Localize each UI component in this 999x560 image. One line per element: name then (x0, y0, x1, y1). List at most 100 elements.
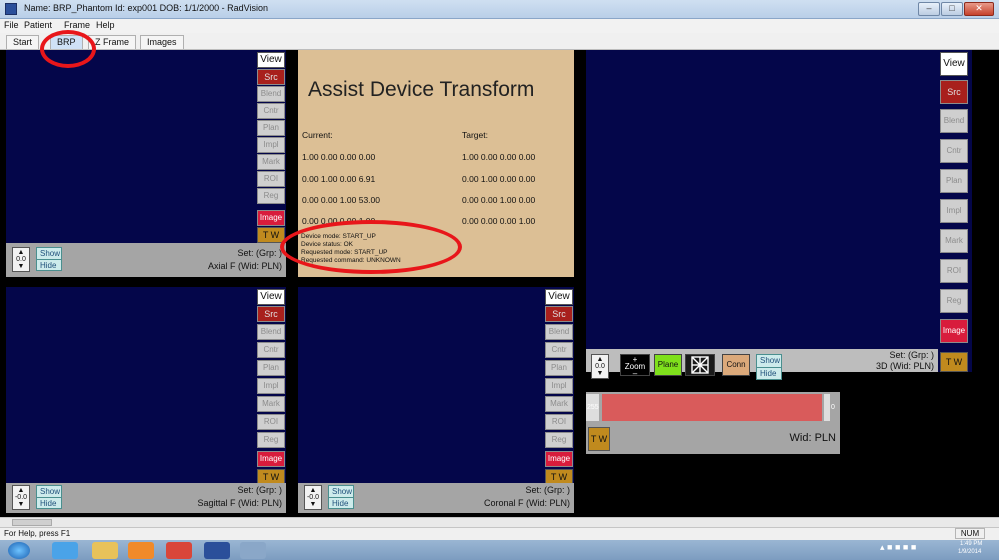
tw-button[interactable]: T W (588, 427, 610, 451)
impl-button[interactable]: Impl (940, 199, 968, 223)
reg-button[interactable]: Reg (940, 289, 968, 313)
offset-stepper[interactable]: ▲ 0.0 ▼ (12, 247, 30, 272)
plan-button[interactable]: Plan (257, 120, 285, 136)
blend-button[interactable]: Blend (940, 109, 968, 133)
radvision-app-icon[interactable] (204, 542, 230, 559)
hide-label: Hide (757, 367, 781, 379)
tab-start[interactable]: Start (6, 35, 40, 49)
level-range-bar[interactable] (602, 394, 822, 421)
cntr-button[interactable]: Cntr (257, 342, 285, 358)
connect-icon[interactable] (685, 354, 715, 376)
impl-button[interactable]: Impl (257, 137, 285, 153)
show-hide-toggle[interactable]: Show Hide (328, 485, 354, 509)
paint-icon[interactable] (240, 542, 266, 559)
star-grid-icon (691, 356, 709, 374)
menu-frame[interactable]: Frame (64, 20, 90, 30)
zoom-button[interactable]: + Zoom – (620, 354, 650, 378)
mark-button[interactable]: Mark (257, 396, 285, 412)
mark-button[interactable]: Mark (940, 229, 968, 253)
cntr-button[interactable]: Cntr (940, 139, 968, 163)
media-player-icon[interactable] (128, 542, 154, 559)
plan-button[interactable]: Plan (257, 360, 285, 376)
image-button[interactable]: Image (257, 210, 285, 226)
offset-stepper[interactable]: ▲ -0.0 ▼ (12, 485, 30, 510)
mark-button[interactable]: Mark (257, 154, 285, 170)
level-max-handle[interactable] (824, 394, 830, 421)
offset-stepper[interactable]: ▲ 0.0 ▼ (591, 354, 609, 379)
start-orb-icon[interactable] (8, 542, 30, 559)
conn-button[interactable]: Conn (722, 354, 750, 376)
blend-button[interactable]: Blend (545, 324, 573, 340)
roi-button[interactable]: ROI (257, 171, 285, 187)
help-hint: For Help, press F1 (4, 529, 71, 538)
internet-explorer-icon[interactable] (52, 542, 78, 559)
3d-viewport[interactable]: View Src Blend Cntr Plan Impl Mark ROI R… (586, 50, 972, 372)
roi-button[interactable]: ROI (545, 414, 573, 430)
view-button[interactable]: View (257, 289, 285, 305)
tw-button[interactable]: T W (257, 227, 285, 243)
reg-button[interactable]: Reg (257, 432, 285, 448)
show-label: Show (40, 249, 61, 258)
view-button[interactable]: View (257, 52, 285, 68)
reg-button[interactable]: Reg (545, 432, 573, 448)
offset-value: 0.0 (16, 256, 26, 263)
menu-bar: File Patient Frame Help (0, 19, 999, 33)
horizontal-scrollbar[interactable] (0, 517, 999, 527)
src-button[interactable]: Src (257, 69, 285, 85)
tab-images[interactable]: Images (140, 35, 184, 49)
minimize-button[interactable]: – (918, 2, 940, 16)
status-line: For Help, press F1 NUM (0, 527, 999, 540)
roi-button[interactable]: ROI (257, 414, 285, 430)
annotation-circle-brp-tab (40, 30, 96, 68)
menu-help[interactable]: Help (96, 20, 115, 30)
maximize-button[interactable]: □ (941, 2, 963, 16)
view-button[interactable]: View (940, 52, 968, 76)
sagittal-viewport[interactable]: View Src Blend Cntr Plan Impl Mark ROI R… (6, 287, 286, 513)
roi-button[interactable]: ROI (940, 259, 968, 283)
annotation-circle-device-status (280, 220, 462, 274)
show-label: Show (40, 487, 61, 496)
file-explorer-icon[interactable] (92, 542, 118, 559)
plan-button[interactable]: Plan (545, 360, 573, 376)
hide-label: Hide (37, 497, 61, 508)
chrome-icon[interactable] (166, 542, 192, 559)
plan-button[interactable]: Plan (940, 169, 968, 193)
reg-button[interactable]: Reg (257, 188, 285, 204)
axial-viewport[interactable]: View Src Blend Cntr Plan Impl Mark ROI R… (6, 50, 286, 277)
src-button[interactable]: Src (940, 80, 968, 104)
current-row: 0.00 1.00 0.00 6.91 (302, 174, 376, 184)
image-button[interactable]: Image (257, 451, 285, 467)
menu-file[interactable]: File (4, 20, 19, 30)
tw-button[interactable]: T W (940, 352, 968, 372)
plane-button[interactable]: Plane (654, 354, 682, 376)
show-hide-toggle[interactable]: Show Hide (756, 354, 782, 380)
current-label: Current: (302, 130, 333, 140)
impl-button[interactable]: Impl (257, 378, 285, 394)
image-button[interactable]: Image (940, 319, 968, 343)
set-label: Set: (Grp: ) (889, 350, 934, 360)
tray-icons[interactable]: ▴ ■ ■ ■ ■ (880, 542, 916, 553)
viewport-name: Coronal F (Wid: PLN) (483, 498, 570, 508)
set-label: Set: (Grp: ) (525, 485, 570, 495)
blend-button[interactable]: Blend (257, 324, 285, 340)
scrollbar-thumb[interactable] (12, 519, 52, 526)
target-row: 1.00 0.00 0.00 0.00 (462, 152, 536, 162)
impl-button[interactable]: Impl (545, 378, 573, 394)
close-button[interactable]: ✕ (964, 2, 994, 16)
blend-button[interactable]: Blend (257, 86, 285, 102)
num-lock-indicator: NUM (955, 528, 985, 539)
show-hide-toggle[interactable]: Show Hide (36, 247, 62, 271)
coronal-viewport[interactable]: View Src Blend Cntr Plan Impl Mark ROI R… (298, 287, 574, 513)
show-hide-toggle[interactable]: Show Hide (36, 485, 62, 509)
tray-time[interactable]: 1:49 PM (960, 541, 982, 547)
menu-patient[interactable]: Patient (24, 20, 52, 30)
cntr-button[interactable]: Cntr (257, 103, 285, 119)
src-button[interactable]: Src (545, 306, 573, 322)
tray-date[interactable]: 1/9/2014 (958, 549, 981, 555)
cntr-button[interactable]: Cntr (545, 342, 573, 358)
image-button[interactable]: Image (545, 451, 573, 467)
offset-stepper[interactable]: ▲ -0.0 ▼ (304, 485, 322, 510)
mark-button[interactable]: Mark (545, 396, 573, 412)
src-button[interactable]: Src (257, 306, 285, 322)
view-button[interactable]: View (545, 289, 573, 305)
